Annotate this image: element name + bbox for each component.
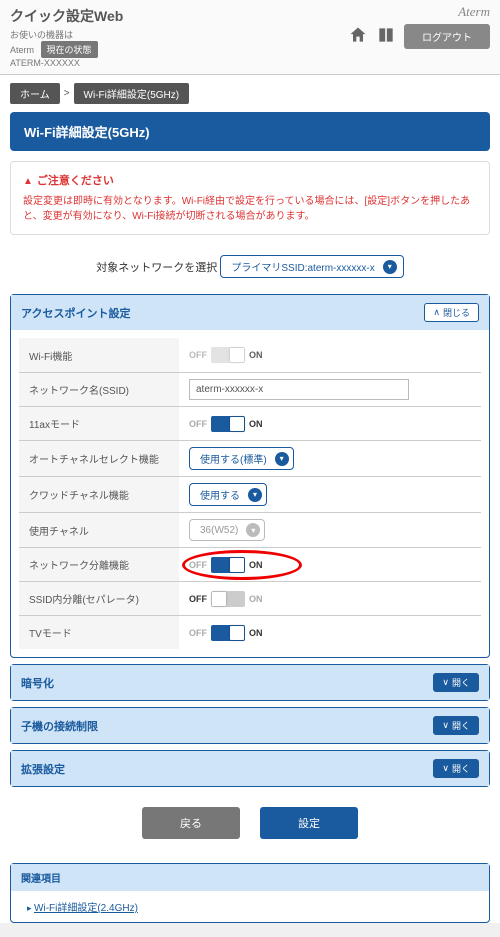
- wifi-toggle: OFFON: [189, 347, 263, 363]
- row-channel: 使用チャネル 36(W52)▾: [19, 512, 481, 547]
- brand-logo: Aterm: [458, 4, 490, 20]
- header: クイック設定Web お使いの機器は Aterm 現在の状態 ATERM-XXXX…: [0, 0, 500, 75]
- related-link-24ghz[interactable]: Wi-Fi詳細設定(2.4GHz): [34, 903, 138, 914]
- panel-client-limit: 子機の接続制限 ∨開く: [10, 707, 490, 744]
- chevron-down-icon: ∨: [442, 763, 449, 774]
- row-network-isolation: ネットワーク分離機能 OFFON: [19, 547, 481, 581]
- row-ssid-separator: SSID内分離(セパレータ) OFFON: [19, 581, 481, 615]
- current-status-button[interactable]: 現在の状態: [41, 41, 98, 58]
- device-name: Aterm: [10, 45, 34, 55]
- network-select-label: 対象ネットワークを選択: [96, 262, 217, 274]
- device-line: お使いの機器は: [10, 30, 73, 40]
- related-links: 関連項目 Wi-Fi詳細設定(2.4GHz): [10, 863, 490, 923]
- chevron-down-icon: ▾: [275, 452, 289, 466]
- device-model: ATERM-XXXXXX: [10, 58, 80, 68]
- breadcrumb-home[interactable]: ホーム: [10, 83, 60, 104]
- apply-button[interactable]: 設定: [260, 807, 358, 839]
- breadcrumb-current: Wi-Fi詳細設定(5GHz): [74, 83, 190, 104]
- row-tv-mode: TVモード OFFON: [19, 615, 481, 649]
- network-select-dropdown[interactable]: プライマリSSID:aterm-xxxxxx-x ▾: [220, 255, 403, 278]
- panel-encryption: 暗号化 ∨開く: [10, 664, 490, 701]
- row-11ax: 11axモード OFFON: [19, 406, 481, 440]
- panel-expand-button[interactable]: ∨開く: [433, 673, 479, 692]
- notice-body: 設定変更は即時に有効となります。Wi-Fi経由で設定を行っている場合には、[設定…: [23, 194, 477, 224]
- panel-title: アクセスポイント設定: [21, 305, 130, 321]
- isolation-toggle[interactable]: OFFON: [189, 557, 263, 573]
- row-wifi: Wi-Fi機能 OFFON: [19, 338, 481, 372]
- chevron-down-icon: ▾: [248, 488, 262, 502]
- manual-icon[interactable]: [376, 25, 396, 48]
- ssid-separator-toggle[interactable]: OFFON: [189, 591, 263, 607]
- row-quadchannel: クワッドチャネル機能 使用する▾: [19, 476, 481, 512]
- panel-expand-button[interactable]: ∨開く: [433, 716, 479, 735]
- quadchannel-dropdown[interactable]: 使用する▾: [189, 483, 267, 506]
- panel-extended: 拡張設定 ∨開く: [10, 750, 490, 787]
- panel-access-point: アクセスポイント設定 ∧閉じる Wi-Fi機能 OFFON ネットワーク名(SS…: [10, 294, 490, 658]
- ax-toggle[interactable]: OFFON: [189, 416, 263, 432]
- row-autochannel: オートチャネルセレクト機能 使用する(標準)▾: [19, 440, 481, 476]
- app-title: クイック設定Web: [10, 6, 490, 26]
- row-ssid: ネットワーク名(SSID): [19, 372, 481, 406]
- chevron-down-icon: ∨: [442, 720, 449, 731]
- logout-button[interactable]: ログアウト: [404, 24, 490, 49]
- chevron-up-icon: ∧: [433, 307, 440, 318]
- back-button[interactable]: 戻る: [142, 807, 240, 839]
- panel-collapse-button[interactable]: ∧閉じる: [424, 303, 479, 322]
- page-title: Wi-Fi詳細設定(5GHz): [10, 112, 490, 151]
- tvmode-toggle[interactable]: OFFON: [189, 625, 263, 641]
- autochannel-dropdown[interactable]: 使用する(標準)▾: [189, 447, 294, 470]
- notice-heading: ご注意ください: [23, 172, 477, 188]
- panel-expand-button[interactable]: ∨開く: [433, 759, 479, 778]
- chevron-right-icon: >: [64, 88, 70, 99]
- chevron-down-icon: ∨: [442, 677, 449, 688]
- chevron-down-icon: ▾: [383, 260, 397, 274]
- channel-dropdown: 36(W52)▾: [189, 519, 265, 541]
- chevron-down-icon: ▾: [246, 523, 260, 537]
- home-icon[interactable]: [348, 25, 368, 48]
- notice-box: ご注意ください 設定変更は即時に有効となります。Wi-Fi経由で設定を行っている…: [10, 161, 490, 235]
- breadcrumb: ホーム > Wi-Fi詳細設定(5GHz): [0, 75, 500, 112]
- ssid-input[interactable]: [189, 379, 409, 400]
